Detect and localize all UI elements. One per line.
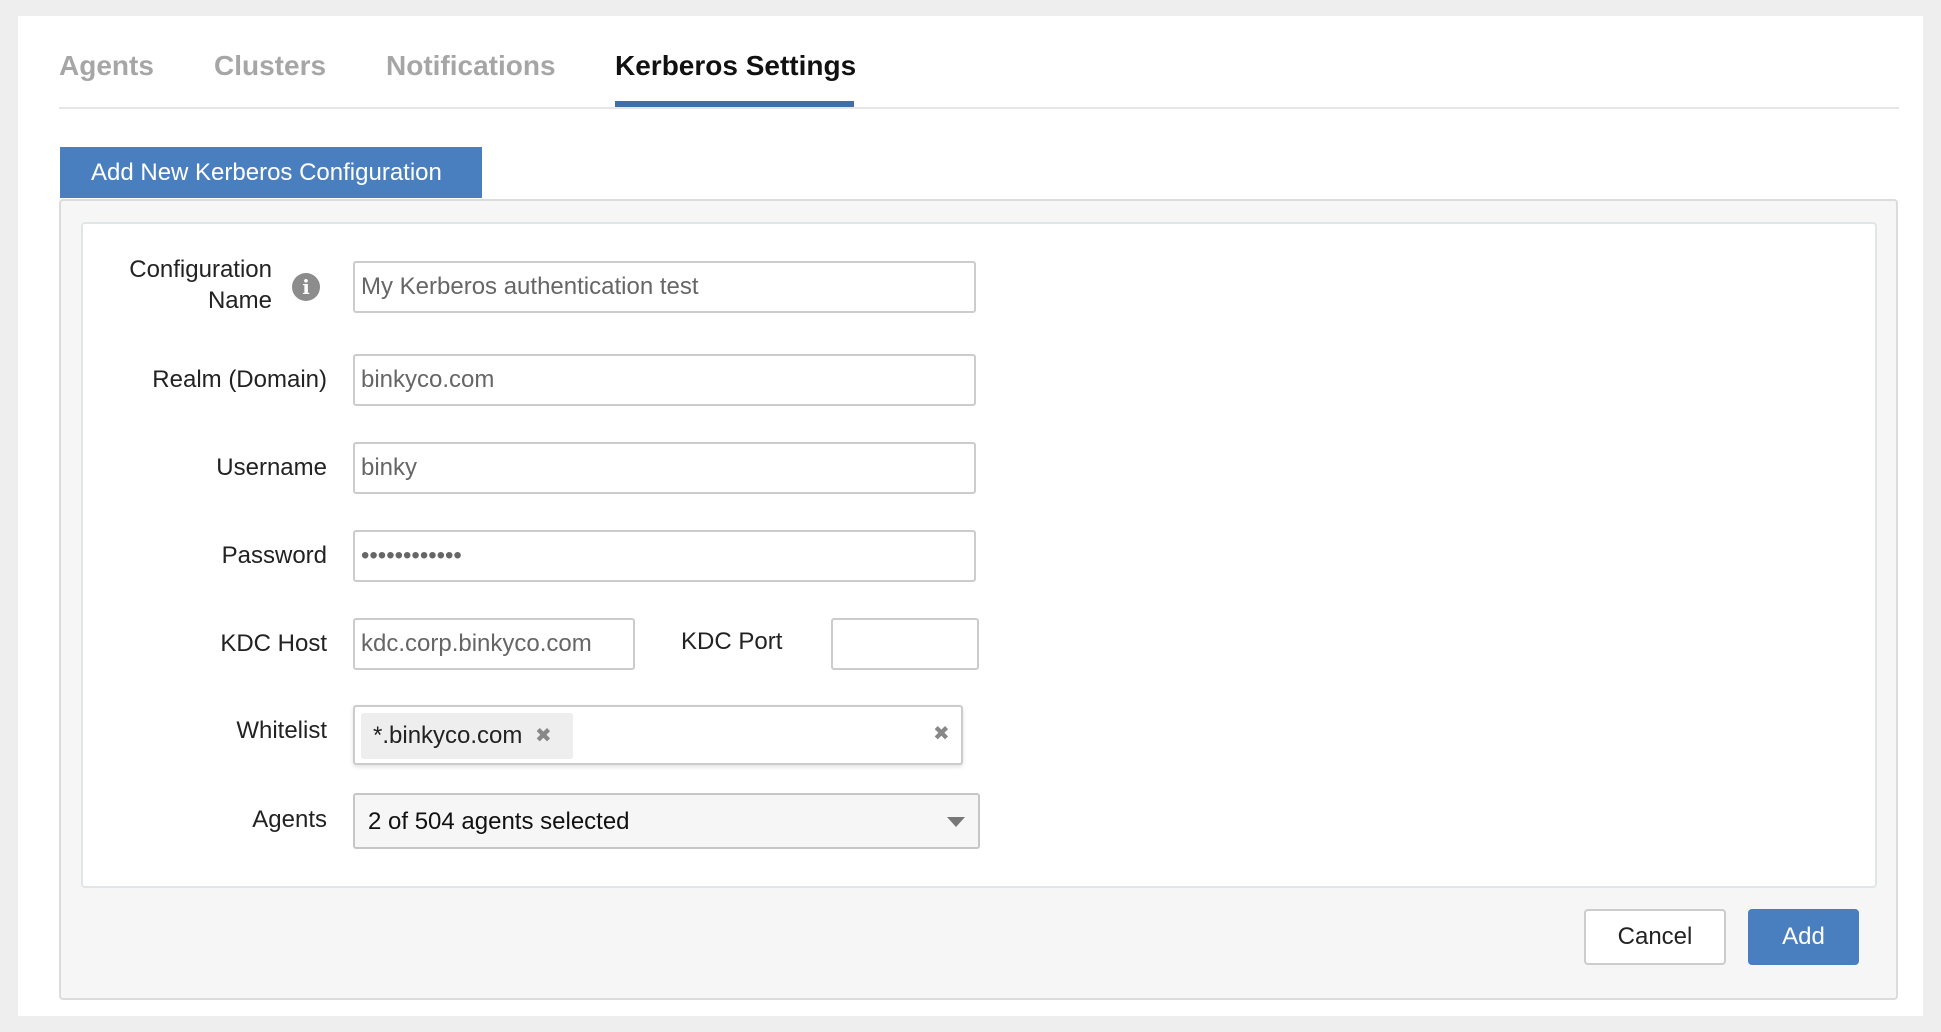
info-icon[interactable]: i — [292, 273, 320, 301]
section-title: Add New Kerberos Configuration — [60, 147, 482, 198]
agents-select[interactable]: 2 of 504 agents selected — [353, 793, 980, 849]
cancel-button[interactable]: Cancel — [1584, 909, 1726, 965]
whitelist-input[interactable]: *.binkyco.com ✖ ✖ — [353, 705, 963, 765]
kdc-port-label: KDC Port — [681, 628, 783, 655]
tab-kerberos-settings[interactable]: Kerberos Settings — [615, 50, 856, 82]
tab-clusters[interactable]: Clusters — [214, 50, 326, 82]
agents-label: Agents — [252, 806, 327, 833]
config-name-label-line1: Configuration — [129, 256, 272, 283]
password-input[interactable] — [353, 530, 976, 582]
kdc-port-input[interactable] — [831, 618, 979, 670]
kdc-host-label: KDC Host — [220, 630, 327, 657]
whitelist-label: Whitelist — [236, 717, 327, 744]
config-name-input[interactable] — [353, 261, 976, 313]
username-input[interactable] — [353, 442, 976, 494]
whitelist-chip-label: *.binkyco.com — [373, 722, 523, 749]
chevron-down-icon — [947, 817, 965, 827]
whitelist-chip: *.binkyco.com ✖ — [361, 713, 573, 759]
realm-label: Realm (Domain) — [152, 366, 327, 393]
tab-notifications[interactable]: Notifications — [386, 50, 556, 82]
form-panel — [81, 222, 1877, 888]
close-icon[interactable]: ✖ — [535, 713, 552, 759]
close-icon[interactable]: ✖ — [933, 721, 950, 746]
tab-bar: Agents Clusters Notifications Kerberos S… — [59, 16, 1899, 109]
realm-input[interactable] — [353, 354, 976, 406]
config-name-label: Configuration Name — [102, 254, 272, 316]
agents-select-value: 2 of 504 agents selected — [368, 808, 630, 835]
tab-agents[interactable]: Agents — [59, 50, 154, 82]
kdc-host-input[interactable] — [353, 618, 635, 670]
add-button[interactable]: Add — [1748, 909, 1859, 965]
active-tab-indicator — [615, 101, 854, 107]
page-container: Agents Clusters Notifications Kerberos S… — [18, 16, 1923, 1016]
password-label: Password — [221, 542, 327, 569]
username-label: Username — [216, 454, 327, 481]
config-name-label-line2: Name — [207, 287, 272, 314]
